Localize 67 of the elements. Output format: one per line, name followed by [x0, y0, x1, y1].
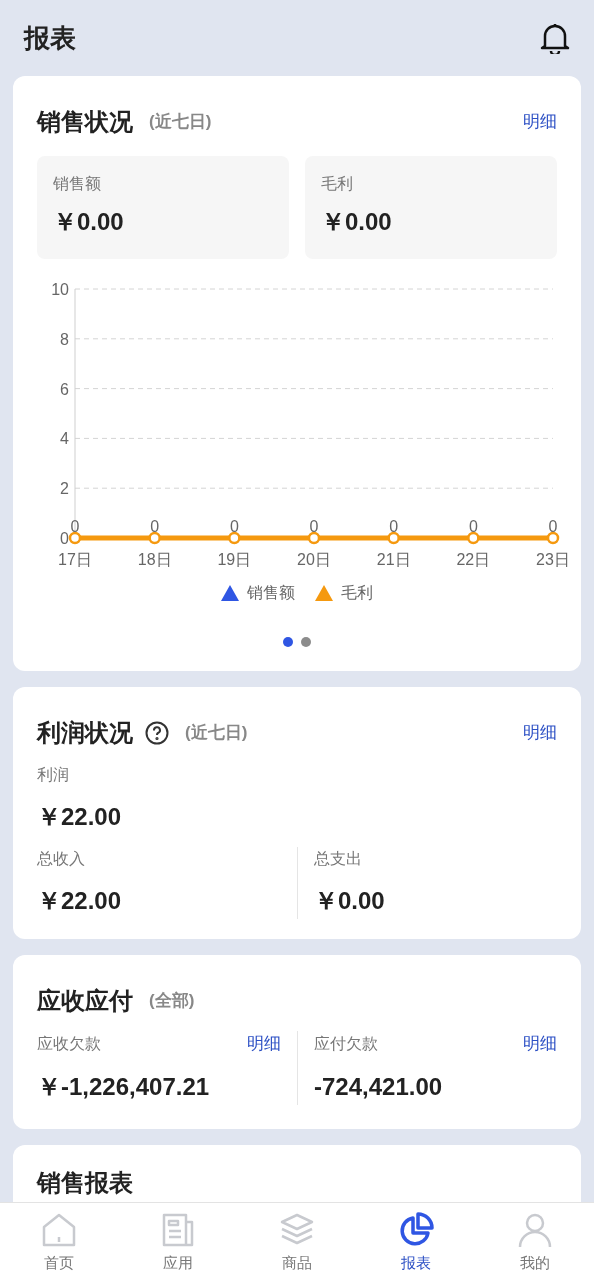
stat-label: 总收入: [37, 849, 86, 869]
stat-label: 总支出: [314, 849, 363, 869]
data-label: 0: [468, 518, 478, 535]
x-tick-label: 19日: [217, 551, 252, 568]
tab-item[interactable]: 我的: [475, 1203, 594, 1280]
data-point: [68, 531, 82, 545]
period-label: (全部): [149, 990, 195, 1013]
stat-value: ￥-1,226,407.21: [37, 1071, 211, 1102]
stat-label: 毛利: [321, 174, 354, 194]
data-point: [228, 531, 241, 545]
triangle-icon: [315, 585, 333, 601]
y-tick-label: 0: [60, 530, 69, 547]
tab-item[interactable]: 首页: [0, 1203, 119, 1280]
x-tick-label: 20日: [297, 551, 331, 568]
y-tick-label: 4: [60, 430, 69, 448]
period-label: (近七日): [185, 722, 248, 745]
card-title: 销售报表: [37, 1168, 133, 1196]
stat-label: 应付欠款: [314, 1033, 378, 1054]
card-title: 应收应付: [37, 986, 133, 1016]
tab-item[interactable]: 报表: [356, 1203, 476, 1280]
legend-label: 销售额: [247, 583, 295, 603]
person-icon: [516, 1212, 553, 1249]
help-icon[interactable]: [145, 721, 169, 745]
x-tick-label: 17日: [58, 551, 92, 568]
detail-link[interactable]: 明细: [523, 109, 557, 135]
x-tick-label: 22日: [456, 551, 491, 568]
data-label: 0: [548, 518, 558, 535]
stat-value: ￥22.00: [37, 802, 123, 832]
y-tick-label: 6: [60, 380, 69, 398]
legend-label: 毛利: [341, 583, 373, 603]
stat-label: 应收欠款: [37, 1033, 101, 1054]
y-tick-label: 8: [60, 330, 69, 348]
data-point: [307, 531, 321, 545]
data-point: [148, 531, 161, 545]
data-point: [387, 531, 400, 545]
stat-value: ￥22.00: [37, 886, 123, 916]
data-label: 0: [309, 518, 319, 535]
detail-link[interactable]: 明细: [247, 1031, 281, 1057]
bell-icon[interactable]: [540, 22, 570, 54]
data-label: 0: [70, 518, 80, 535]
x-tick-label: 18日: [137, 551, 172, 568]
stat-value: ￥0.00: [314, 886, 386, 916]
detail-link[interactable]: 明细: [523, 720, 557, 746]
home-icon: [41, 1212, 78, 1249]
period-label: (近七日): [149, 111, 212, 134]
data-label: 0: [229, 518, 239, 535]
stat-value: ￥0.00: [321, 207, 393, 237]
data-point: [546, 531, 560, 545]
y-tick-label: 10: [51, 281, 69, 298]
data-label: 0: [389, 518, 399, 535]
x-tick-label: 21日: [376, 551, 411, 568]
pie-chart-icon: [397, 1212, 434, 1249]
tab-item[interactable]: 应用: [118, 1203, 238, 1280]
card-title: 利润状况: [37, 718, 133, 748]
data-point: [467, 531, 480, 545]
y-tick-label: 2: [60, 480, 69, 498]
x-tick-label: 23日: [536, 551, 570, 568]
stat-label: 利润: [37, 765, 70, 785]
detail-link[interactable]: 明细: [523, 1031, 557, 1057]
stat-label: 销售额: [53, 174, 102, 194]
data-label: 0: [150, 518, 160, 535]
stat-value: ￥0.00: [53, 207, 125, 237]
stat-value: -724,421.00: [314, 1071, 444, 1102]
triangle-icon: [221, 585, 239, 601]
page-title: 报表: [24, 21, 76, 55]
tab-item[interactable]: 商品: [237, 1203, 357, 1280]
card-title: 销售状况: [37, 107, 133, 137]
